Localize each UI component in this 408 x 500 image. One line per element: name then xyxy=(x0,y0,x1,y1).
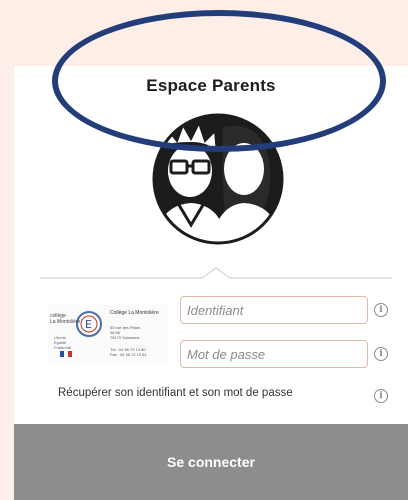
identifiant-input[interactable] xyxy=(180,296,368,324)
logo-phone: Tél : 04 96 72 13 80 Fax : 04 96 72 13 8… xyxy=(110,347,147,357)
svg-text:E: E xyxy=(85,318,92,331)
recover-info-icon[interactable]: i xyxy=(374,389,388,403)
recover-credentials-link[interactable]: Récupérer son identifiant et son mot de … xyxy=(58,387,293,399)
flag-icon xyxy=(60,351,72,357)
password-input[interactable] xyxy=(180,340,368,368)
identifiant-info-icon[interactable]: i xyxy=(374,303,388,317)
submit-button[interactable]: Se connecter xyxy=(14,424,408,500)
logo-address: 60 rue des Pilars 06 66 75170 Soissions xyxy=(110,325,141,340)
annotation-oval xyxy=(52,10,386,152)
logo-rf-text: Liberté Égalité Fraternité xyxy=(54,335,72,350)
password-info-icon[interactable]: i xyxy=(374,347,388,361)
logo-college-name: Collège La Montolière xyxy=(110,310,159,316)
college-logo: E collège La Montolière Liberté Égalité … xyxy=(48,305,168,363)
divider xyxy=(40,267,392,279)
logo-emblem-text: collège La Montolière xyxy=(50,313,81,325)
